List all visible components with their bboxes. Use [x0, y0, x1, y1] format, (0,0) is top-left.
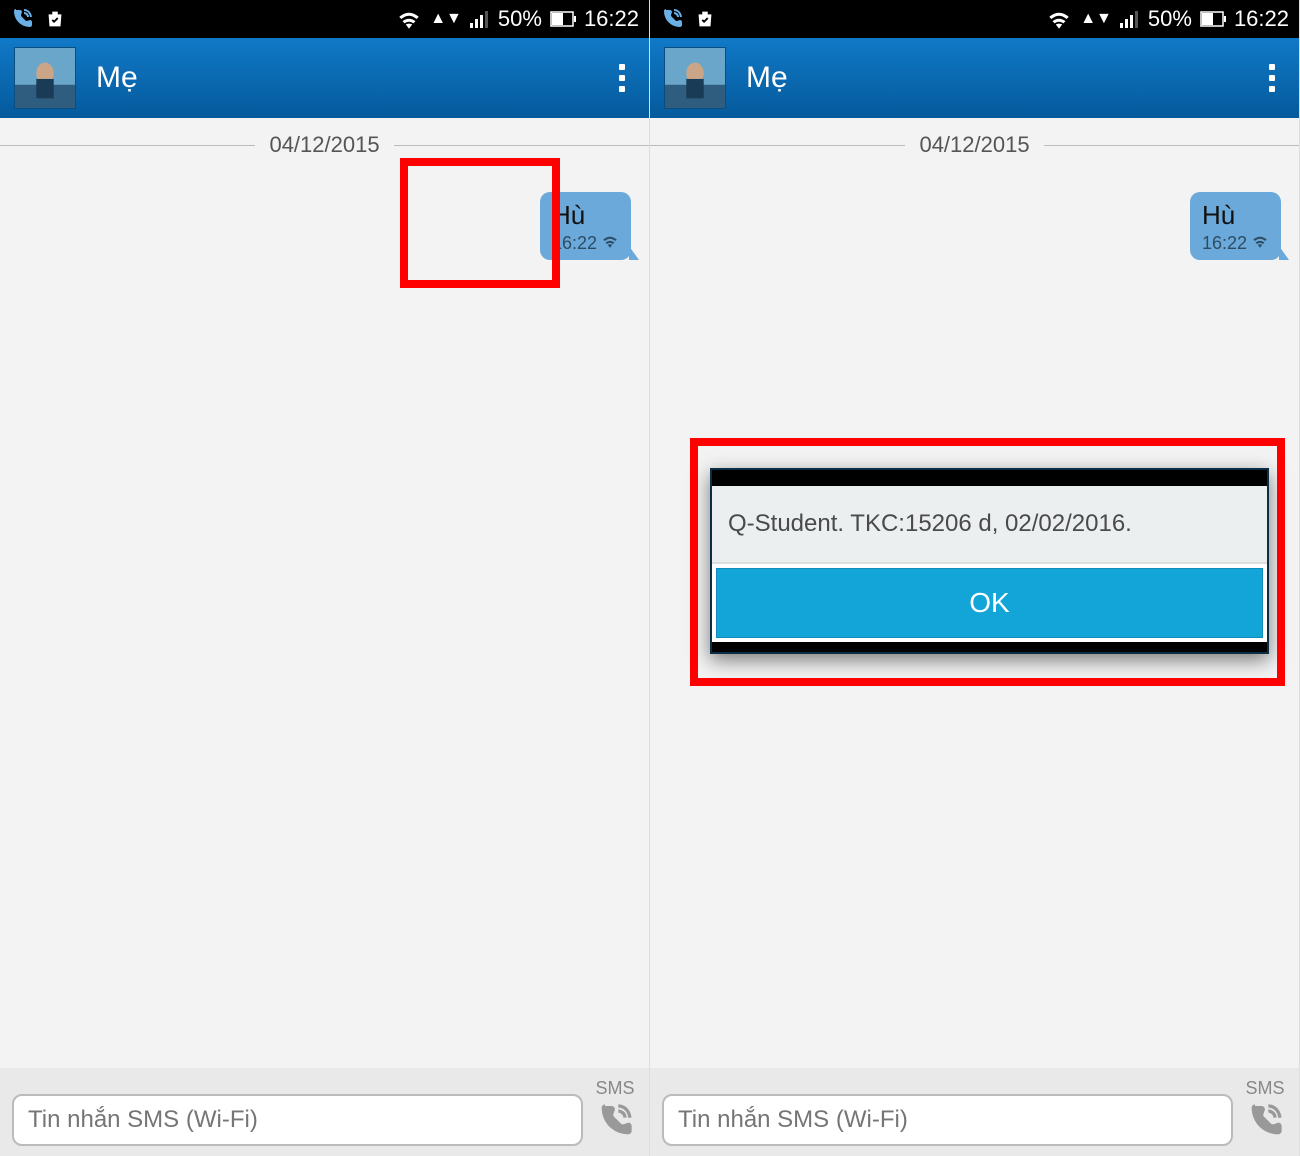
chat-header: Mẹ [0, 38, 649, 118]
input-bar: SMS [0, 1068, 649, 1156]
wifi-sent-icon [601, 234, 619, 253]
date-divider: 04/12/2015 [650, 132, 1299, 158]
message-text: Hù [552, 200, 619, 231]
send-button[interactable] [1243, 1101, 1287, 1146]
wifi-sent-icon [1251, 234, 1269, 253]
clock: 16:22 [1234, 6, 1289, 32]
outgoing-message[interactable]: Hù 16:22 [540, 192, 631, 260]
store-icon [694, 8, 716, 30]
phone-right: ▲▼ 50% 16:22 Mẹ 04/12/2015 Hù 16:22 [650, 0, 1300, 1156]
contact-name: Mẹ [746, 61, 788, 95]
messages-area[interactable]: Hù 16:22 [0, 168, 649, 1068]
outgoing-message[interactable]: Hù 16:22 [1190, 192, 1281, 260]
signal-icon [470, 10, 490, 28]
overflow-menu-button[interactable] [609, 54, 635, 102]
status-bar: ▲▼ 50% 16:22 [0, 0, 649, 38]
avatar[interactable] [664, 47, 726, 109]
dialog-message: Q-Student. TKC:15206 d, 02/02/2016. [712, 486, 1267, 562]
clock: 16:22 [584, 6, 639, 32]
signal-icon [1120, 10, 1140, 28]
call-wifi-icon [660, 7, 684, 31]
chat-header: Mẹ [650, 38, 1299, 118]
avatar[interactable] [14, 47, 76, 109]
wifi-icon [396, 9, 422, 29]
input-bar: SMS [650, 1068, 1299, 1156]
wifi-icon [1046, 9, 1072, 29]
message-time: 16:22 [552, 233, 597, 254]
battery-icon [1200, 11, 1226, 27]
data-updown-icon: ▲▼ [430, 10, 462, 28]
messages-area[interactable]: Hù 16:22 Q-Student. TKC:15206 d, 02/02/2… [650, 168, 1299, 1068]
battery-icon [550, 11, 576, 27]
send-button[interactable] [593, 1101, 637, 1146]
store-icon [44, 8, 66, 30]
battery-percent: 50% [1148, 6, 1192, 32]
dialog-ok-button[interactable]: OK [716, 568, 1263, 638]
message-text: Hù [1202, 200, 1269, 231]
alert-dialog: Q-Student. TKC:15206 d, 02/02/2016. OK [710, 468, 1269, 654]
date-label: 04/12/2015 [255, 132, 393, 158]
message-input[interactable] [662, 1094, 1233, 1146]
send-mode-label: SMS [1245, 1078, 1284, 1099]
data-updown-icon: ▲▼ [1080, 10, 1112, 28]
call-wifi-icon [10, 7, 34, 31]
message-time: 16:22 [1202, 233, 1247, 254]
send-mode-label: SMS [595, 1078, 634, 1099]
battery-percent: 50% [498, 6, 542, 32]
contact-name: Mẹ [96, 61, 138, 95]
phone-left: ▲▼ 50% 16:22 Mẹ 04/12/2015 Hù 16:22 [0, 0, 650, 1156]
date-label: 04/12/2015 [905, 132, 1043, 158]
date-divider: 04/12/2015 [0, 132, 649, 158]
overflow-menu-button[interactable] [1259, 54, 1285, 102]
status-bar: ▲▼ 50% 16:22 [650, 0, 1299, 38]
message-input[interactable] [12, 1094, 583, 1146]
